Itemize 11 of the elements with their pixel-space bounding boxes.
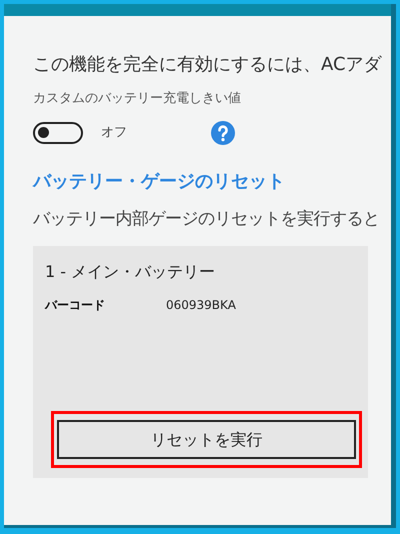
barcode-label: バーコード — [45, 297, 106, 314]
help-icon[interactable] — [211, 120, 235, 144]
barcode-value: 060939BKA — [166, 297, 236, 314]
battery-title: 1 - メイン・バッテリー — [45, 261, 216, 283]
section-heading: バッテリー・ゲージのリセット — [33, 170, 285, 194]
toggle-switch[interactable] — [33, 122, 83, 144]
intro-text: この機能を完全に有効にするには、ACアダ — [33, 53, 382, 77]
toggle-state-label: オフ — [101, 124, 127, 142]
reset-button[interactable]: リセットを実行 — [57, 420, 356, 459]
threshold-label: カスタムのバッテリー充電しきい値 — [33, 90, 241, 108]
description-text: バッテリー内部ゲージのリセットを実行すると — [33, 208, 380, 230]
